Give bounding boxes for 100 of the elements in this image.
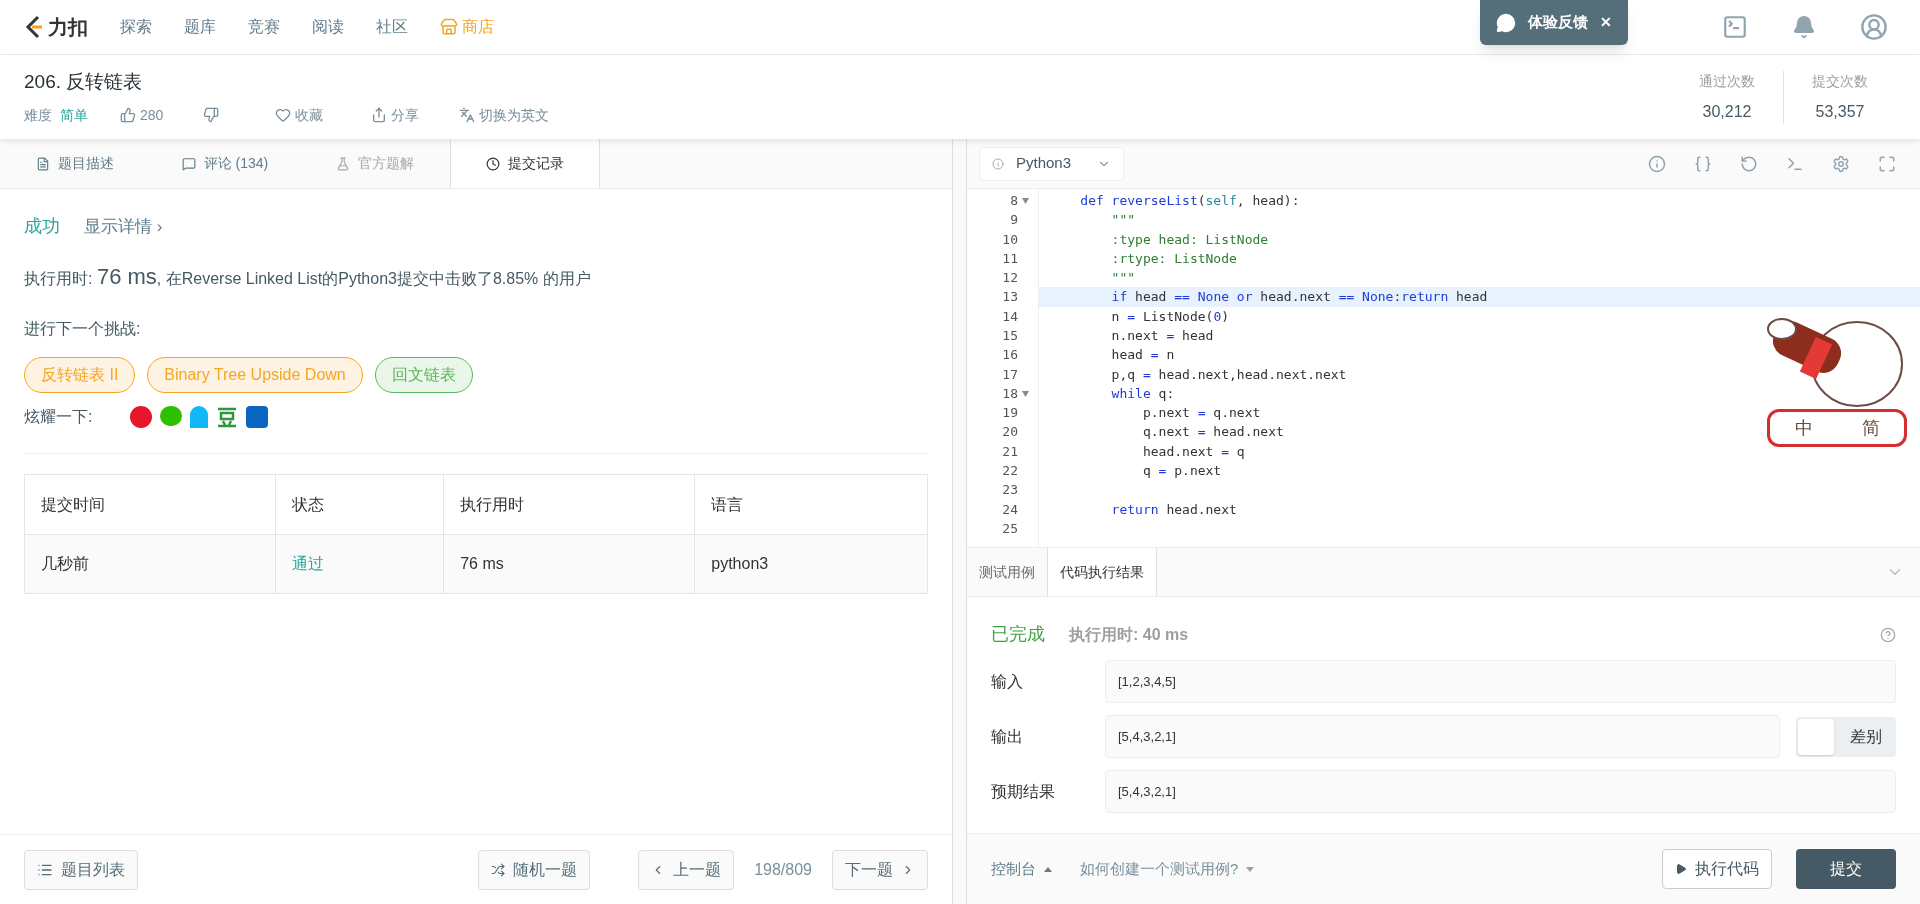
difficulty-value: 简单 [60,105,88,125]
next-challenge-label: 进行下一个挑战: [24,319,142,339]
caret-icon [1044,866,1052,872]
code-line: head.next = q [1141,442,1245,461]
share-button[interactable]: 分享 [371,104,420,126]
document-icon [36,156,50,171]
line-number: 24 [1002,500,1018,519]
tab[interactable]: 评论 (134) [150,139,300,188]
field-label: 输出 [991,726,1024,747]
details-link[interactable]: 显示详情 › [84,213,163,240]
nav-link[interactable]: 阅读 [312,15,344,39]
code-line: q.next = head.next [1141,423,1284,442]
thumbs-down-icon[interactable] [203,107,220,124]
field-label: 输入 [991,671,1024,692]
comment-icon [181,156,196,171]
share-label: 炫耀一下: [24,407,94,427]
tab[interactable]: 题目描述 [0,139,150,188]
ime-option[interactable]: 中 [1794,414,1813,442]
feedback-toast[interactable]: 体验反馈 ✕ [1480,0,1628,45]
next-button[interactable]: 下一题 [832,849,928,890]
notification-icon[interactable] [1792,15,1816,39]
braces-icon[interactable] [1694,154,1712,173]
playground-icon[interactable] [1722,14,1748,40]
reset-icon[interactable] [1740,154,1758,173]
submit-button[interactable]: 提交 [1796,849,1896,889]
column-header: 状态 [275,474,444,535]
close-icon[interactable]: ✕ [1600,12,1612,33]
howto-link[interactable]: 如何创建一个测试用例? [1080,857,1255,881]
clock-icon [486,156,500,171]
line-number: 9 [1010,211,1018,230]
table-cell: 几秒前 [24,534,276,594]
logo-text[interactable]: 力扣 [48,12,88,42]
language-select[interactable]: Python3 [979,146,1124,181]
line-number: 10 [1002,230,1018,249]
column-header: 执行用时 [443,474,695,535]
code-line: :type head: ListNode [1110,230,1269,249]
logo-icon [24,15,44,39]
splitter[interactable] [953,139,967,904]
result-field: [5,4,3,2,1] [1105,770,1896,813]
code-line: head = n [1110,346,1175,365]
shuffle-icon [491,862,506,877]
stat-label: 通过次数 [1699,71,1755,91]
chat-icon [1496,12,1516,33]
code-line: p.next = q.next [1141,404,1261,423]
avatar-icon[interactable] [1860,13,1888,41]
settings-icon[interactable] [1832,154,1850,173]
table-cell: python3 [694,534,928,594]
line-number: 17 [1002,365,1018,384]
nav-link[interactable]: 题库 [184,15,216,39]
flask-icon [336,156,350,171]
code-line: q = p.next [1141,462,1222,481]
info-icon[interactable] [1648,154,1666,173]
prev-button[interactable]: 上一题 [638,849,735,890]
line-number: 13 [1002,288,1018,307]
run-status: 已完成 [991,623,1045,646]
feedback-label: 体验反馈 [1528,12,1588,33]
info-icon [992,157,1004,170]
line-number: 14 [1002,307,1018,326]
ime-toolbar[interactable]: 中 简 [1767,409,1907,447]
favorite-button[interactable]: 收藏 [275,104,324,126]
like-button[interactable]: 280 [120,104,164,126]
translate-button[interactable]: 切换为英文 [459,104,550,126]
nav-link[interactable]: 竞赛 [248,15,280,39]
code-line: n.next = head [1110,327,1214,345]
nav-link[interactable]: 社区 [376,15,408,39]
fold-icon[interactable] [1022,390,1029,397]
nav-link[interactable]: 探索 [120,15,152,39]
caret-icon [1246,866,1255,872]
douban-icon[interactable] [216,406,238,428]
problem-title: 206. 反转链表 [24,70,144,95]
problem-list-button[interactable]: 题目列表 [24,849,138,890]
stat-value: 30,212 [1702,101,1752,122]
line-number: 21 [1002,442,1018,461]
line-number: 19 [1002,404,1018,423]
console-toggle[interactable]: 控制台 [991,857,1052,881]
diff-toggle[interactable]: 差别 [1796,716,1896,757]
store-icon [440,18,458,36]
column-header: 提交时间 [24,474,276,535]
code-line: """ [1110,269,1136,288]
field-label: 预期结果 [991,781,1056,802]
help-icon[interactable] [1880,626,1896,643]
result-field: [1,2,3,4,5] [1105,660,1896,703]
ime-option[interactable]: 简 [1861,414,1880,442]
run-code-button[interactable]: 执行代码 [1662,849,1772,889]
console-tab[interactable]: 代码执行结果 [1047,548,1157,596]
random-button[interactable]: 随机一题 [478,849,591,890]
fold-icon[interactable] [1022,197,1029,204]
column-header: 语言 [694,474,928,535]
heart-icon [275,107,292,124]
line-number: 15 [1002,327,1018,345]
code-line: return head.next [1110,500,1237,519]
status-link[interactable]: 通过 [292,555,324,572]
code-line: def reverseList(self, head): [1079,191,1300,210]
runtime-summary: 执行用时: 76 ms, 在Reverse Linked List的Python3提交中击败了8.85% 的用户 [24,263,592,291]
tab[interactable]: 提交记录 [450,139,600,188]
line-number: 20 [1002,423,1018,442]
code-line: p,q = head.next,head.next.next [1110,365,1347,384]
line-number: 8 [1010,191,1018,210]
fullscreen-icon[interactable] [1878,154,1896,173]
console-tab[interactable]: 测试用例 [967,548,1047,596]
